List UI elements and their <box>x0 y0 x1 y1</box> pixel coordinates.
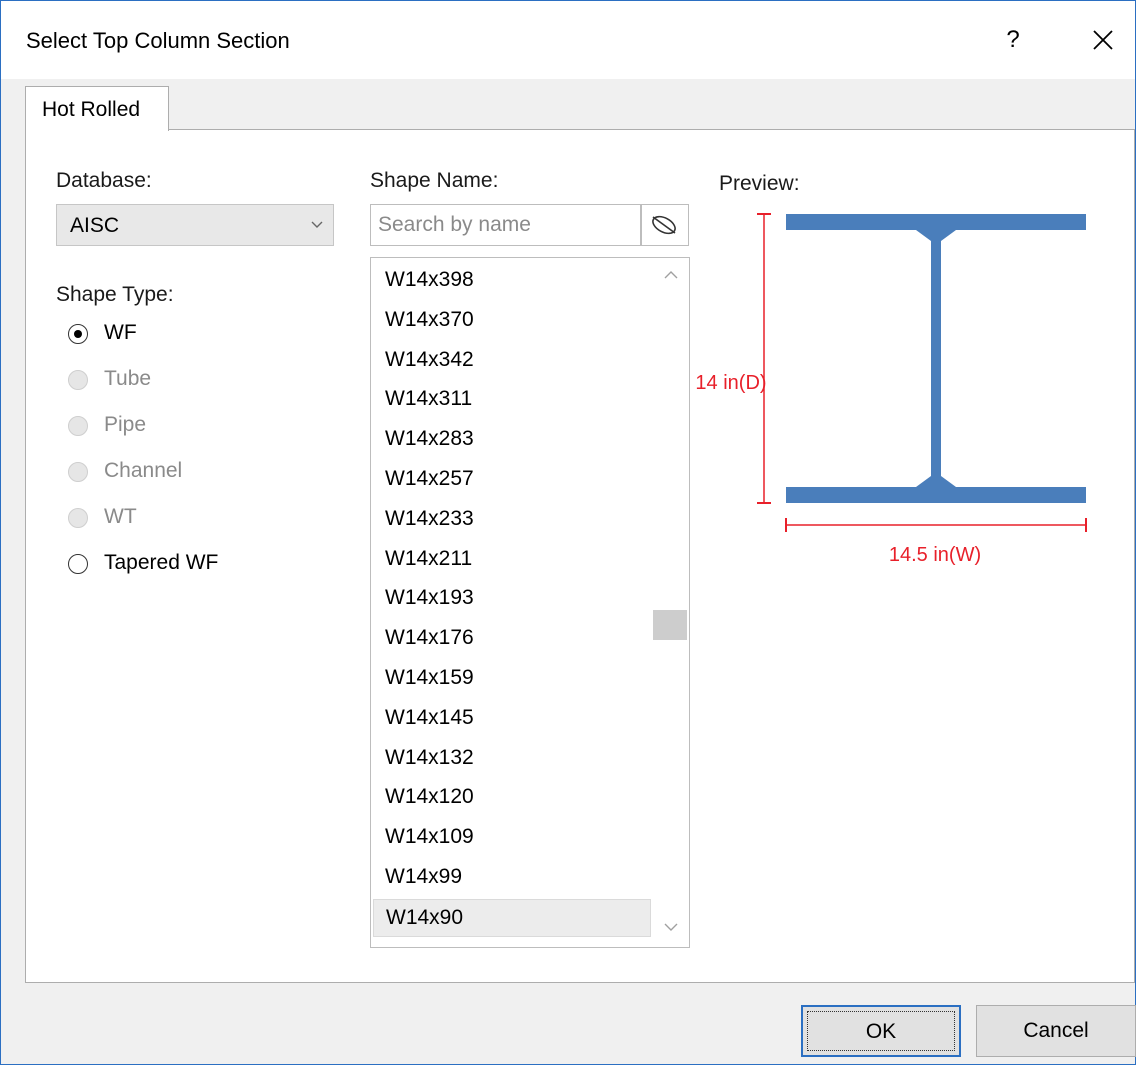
list-item-label: W14x120 <box>385 785 474 809</box>
radio-label: Pipe <box>104 413 147 436</box>
list-item-label: W14x159 <box>385 666 474 689</box>
dialog-window: Select Top Column Section ? Hot Rolled D… <box>0 0 1136 1065</box>
radio-button <box>68 508 88 528</box>
list-item[interactable]: W14x283 <box>373 421 651 459</box>
radio-label: Channel <box>104 459 183 482</box>
search-field[interactable] <box>370 204 641 246</box>
cancel-label: Cancel <box>1023 1019 1089 1042</box>
list-item[interactable]: W14x159 <box>373 660 651 698</box>
database-select[interactable]: AISC <box>56 204 334 246</box>
radio-button <box>68 416 88 436</box>
depth-label: 14 in(D) <box>695 372 766 394</box>
list-item[interactable]: W14x398 <box>373 262 651 300</box>
tab-label: Hot Rolled <box>42 98 141 121</box>
radio-button <box>68 462 88 482</box>
tab-hot-rolled[interactable]: Hot Rolled <box>25 86 169 131</box>
list-item-label: W14x90 <box>386 905 464 929</box>
chevron-down-icon <box>311 216 323 232</box>
scroll-down-icon[interactable] <box>653 919 689 939</box>
list-item[interactable]: W14x193 <box>373 580 651 618</box>
list-item-label: W14x193 <box>385 586 474 610</box>
list-item-label: W14x145 <box>385 705 474 729</box>
close-button[interactable] <box>1081 19 1125 61</box>
radio-label: Tube <box>104 367 152 390</box>
list-item-label: W14x176 <box>385 626 474 650</box>
preview-label: Preview: <box>719 172 800 195</box>
list-item[interactable]: W14x176 <box>373 620 651 658</box>
list-item-label: W14x311 <box>385 387 473 411</box>
help-button[interactable]: ? <box>991 19 1035 61</box>
list-item[interactable]: W14x311 <box>373 381 651 419</box>
list-item-label: W14x233 <box>385 506 474 530</box>
vertical-scrollbar[interactable] <box>653 258 689 947</box>
depth-dimension <box>757 213 771 504</box>
list-item-label: W14x370 <box>385 307 474 331</box>
list-item-label: W14x257 <box>385 467 474 490</box>
title-bar: Select Top Column Section ? <box>1 1 1135 79</box>
list-item-label: W14x211 <box>385 546 473 570</box>
radio-button[interactable] <box>68 554 88 574</box>
radio-button <box>68 370 88 390</box>
database-value: AISC <box>70 214 120 237</box>
list-item[interactable]: W14x132 <box>373 740 651 778</box>
radio-label: WF <box>104 321 137 344</box>
list-item-label: W14x283 <box>385 427 474 451</box>
close-icon <box>1093 30 1113 50</box>
search-button[interactable] <box>641 204 689 246</box>
scroll-up-icon[interactable] <box>653 266 689 286</box>
shape-list[interactable]: W14x398 W14x370 W14x342 W14x311 W14x283 W14x2… <box>370 257 690 948</box>
list-item-label: W14x109 <box>385 825 474 849</box>
list-item[interactable]: W14x99 <box>373 859 651 897</box>
radio-label: Tapered WF <box>104 551 219 574</box>
list-item[interactable]: W14x211 <box>373 541 651 579</box>
list-item[interactable]: W14x233 <box>373 501 651 539</box>
shape-type-label: Shape Type: <box>56 283 174 306</box>
scrollbar-thumb[interactable] <box>653 610 687 640</box>
radio-button[interactable] <box>68 324 88 344</box>
search-icon <box>652 215 676 235</box>
shape-name-label: Shape Name: <box>370 169 499 192</box>
wf-section-shape <box>786 214 1086 503</box>
search-input[interactable] <box>371 205 640 245</box>
list-item-label: W14x398 <box>385 268 474 291</box>
width-label: 14.5 in(W) <box>889 544 981 566</box>
width-dimension <box>785 518 1087 532</box>
database-label: Database: <box>56 169 152 192</box>
radio-label: WT <box>104 505 137 528</box>
list-item[interactable]: W14x145 <box>373 700 651 738</box>
wf-section-outline <box>786 214 1086 503</box>
list-item-label: W14x342 <box>385 347 474 371</box>
list-item[interactable]: W14x257 <box>373 461 651 499</box>
focus-ring <box>807 1011 955 1051</box>
cancel-button[interactable]: Cancel <box>976 1005 1136 1057</box>
ok-button[interactable]: OK <box>801 1005 961 1057</box>
list-item[interactable]: W14x120 <box>373 779 651 817</box>
section-preview: 14 in(D) 14.5 in(W) <box>695 213 1087 566</box>
list-item[interactable]: W14x109 <box>373 819 651 857</box>
dialog-title: Select Top Column Section <box>26 28 290 53</box>
list-item-label: W14x132 <box>385 745 474 769</box>
list-item[interactable]: W14x342 <box>373 342 651 380</box>
list-item[interactable]: W14x370 <box>373 302 651 340</box>
list-item[interactable]: W14x90 <box>373 898 651 937</box>
list-item-label: W14x99 <box>385 865 463 888</box>
